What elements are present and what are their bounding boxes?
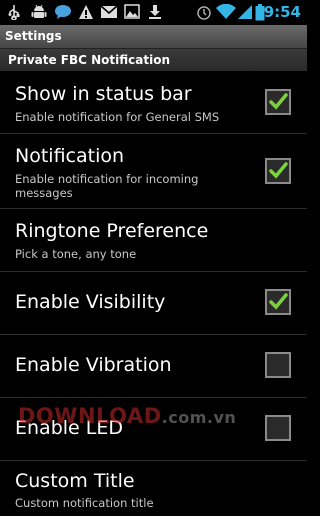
enable-vibration-checkbox[interactable] [265,352,291,378]
usb-icon [7,4,21,24]
pref-title: Ringtone Preference [15,220,209,242]
pref-title: Show in status bar [15,83,192,105]
check-icon [269,93,288,110]
pref-title: Notification [15,145,125,167]
pref-summary: Enable notification for General SMS [15,110,220,124]
pref-title: Enable LED [15,417,123,439]
image-icon [124,4,140,23]
status-bar: 9:54 [0,0,307,25]
wifi-icon [216,3,236,24]
pref-notification[interactable]: Notification Enable notification for inc… [0,134,307,209]
pref-show-in-status-bar[interactable]: Show in status bar Enable notification f… [0,72,307,134]
android-debug-icon [31,4,47,24]
clock-time: 9:54 [263,3,301,21]
pref-title: Enable Vibration [15,354,172,376]
download-icon [147,4,163,24]
category-header: Private FBC Notification [0,49,307,71]
pref-summary: Custom notification title [15,496,154,510]
pref-title: Enable Visibility [15,291,166,313]
warning-icon [78,4,94,24]
check-icon [269,293,288,310]
pref-title: Custom Title [15,470,135,492]
pref-enable-visibility[interactable]: Enable Visibility [0,272,307,335]
pref-summary: Enable notification for incoming message… [15,172,199,200]
page-title: Settings [5,29,62,43]
enable-led-checkbox[interactable] [265,415,291,441]
alarm-icon [196,4,212,24]
pref-enable-led[interactable]: Enable LED [0,398,307,461]
notification-checkbox[interactable] [265,158,291,184]
title-bar: Settings [0,25,307,49]
chat-icon [54,4,72,24]
category-title: Private FBC Notification [8,53,171,67]
gmail-icon [100,4,118,23]
pref-enable-vibration[interactable]: Enable Vibration [0,335,307,398]
signal-icon [238,4,252,24]
show-in-status-bar-checkbox[interactable] [265,89,291,115]
pref-ringtone[interactable]: Ringtone Preference Pick a tone, any ton… [0,209,307,272]
pref-custom-title[interactable]: Custom Title Custom notification title [0,461,307,516]
enable-visibility-checkbox[interactable] [265,289,291,315]
pref-summary: Pick a tone, any tone [15,247,137,261]
check-icon [269,162,288,179]
